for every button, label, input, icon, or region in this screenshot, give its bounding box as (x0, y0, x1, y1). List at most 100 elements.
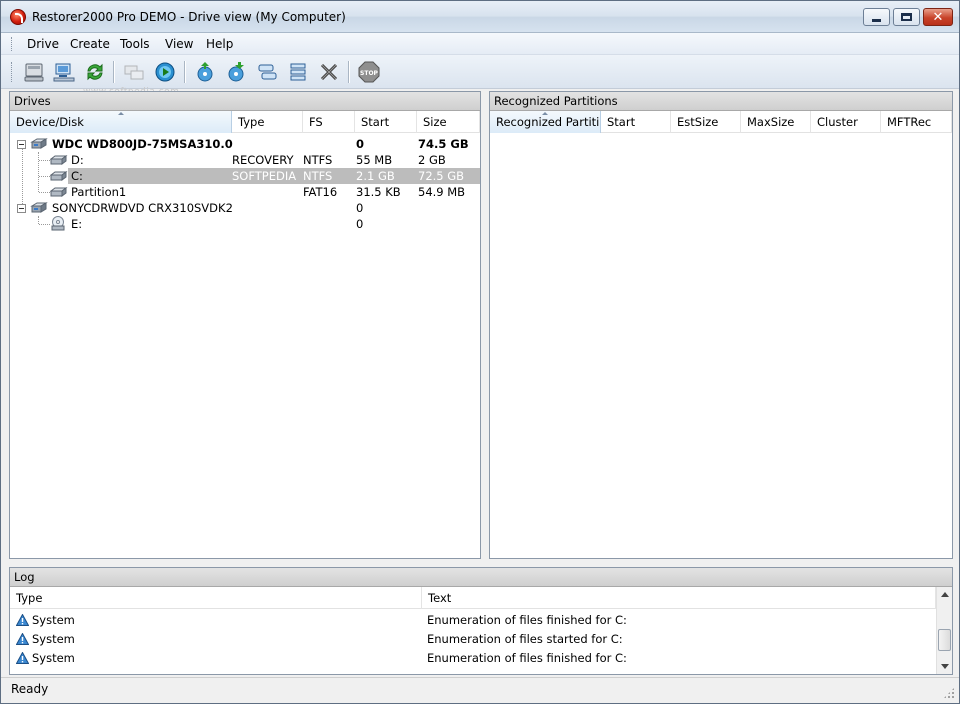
drive-icon[interactable] (22, 60, 46, 84)
partition-name: D: (71, 153, 84, 167)
partition-start: 0 (356, 217, 364, 231)
col-recognized-partition-label: Recognized Partiti... (496, 115, 601, 129)
menu-grip[interactable] (11, 37, 14, 51)
menu-tools[interactable]: Tools (114, 36, 156, 52)
partition-name: Partition1 (71, 185, 127, 199)
maximize-icon (901, 13, 912, 21)
partitions-panel-title: Recognized Partitions (490, 92, 952, 111)
log-text: Enumeration of files finished for C: (427, 651, 627, 665)
create-raid-icon[interactable] (286, 60, 310, 84)
create-region-icon[interactable] (255, 60, 279, 84)
col-fs[interactable]: FS (303, 111, 355, 133)
hard-disk-icon (30, 138, 48, 149)
menu-help[interactable]: Help (200, 36, 239, 52)
tree-row-partition[interactable]: C: SOFTPEDIA NTFS 2.1 GB 72.5 GB (10, 168, 480, 184)
partitions-column-headers: Recognized Partiti... Start EstSize MaxS… (490, 111, 952, 133)
copy-icon[interactable] (122, 60, 146, 84)
log-row[interactable]: System Enumeration of files started for … (10, 630, 936, 649)
col-cluster[interactable]: Cluster (811, 111, 881, 133)
open-image-icon[interactable] (193, 60, 217, 84)
scan-icon[interactable] (153, 60, 177, 84)
disk-name: SONYCDRWDVD CRX310SVDK2 (52, 201, 233, 215)
partition-icon (50, 187, 68, 197)
partition-start: 2.1 GB (356, 169, 395, 183)
log-type: System (32, 613, 75, 627)
partition-icon (50, 171, 68, 181)
drives-panel-title: Drives (10, 92, 480, 111)
collapse-toggle-icon[interactable] (17, 140, 26, 149)
save-image-icon[interactable] (224, 60, 248, 84)
scroll-down-icon[interactable] (941, 664, 949, 669)
partition-type: SOFTPEDIA (232, 169, 297, 183)
tree-line (39, 176, 50, 177)
sort-ascending-icon (542, 112, 548, 115)
log-row[interactable]: System Enumeration of files finished for… (10, 649, 936, 668)
menu-view[interactable]: View (159, 36, 199, 52)
col-mftrec[interactable]: MFTRec (881, 111, 952, 133)
scroll-thumb[interactable] (938, 629, 951, 651)
collapse-toggle-icon[interactable] (17, 204, 26, 213)
cd-drive-icon (30, 202, 48, 213)
partition-fs: FAT16 (303, 185, 338, 199)
close-icon: ✕ (932, 9, 944, 25)
col-size[interactable]: Size (417, 111, 480, 133)
log-scrollbar[interactable] (936, 587, 952, 674)
menu-create[interactable]: Create (64, 36, 116, 52)
disk-start: 0 (356, 137, 365, 151)
minimize-button[interactable] (863, 8, 890, 26)
tree-row-disk[interactable]: SONYCDRWDVD CRX310SVDK2 0 (10, 200, 480, 216)
partition-name: C: (71, 169, 83, 183)
resize-grip-icon[interactable] (943, 687, 955, 699)
tree-row-partition[interactable]: E: 0 (10, 216, 480, 232)
close-button[interactable]: ✕ (923, 8, 953, 26)
disk-name: WDC WD800JD-75MSA310.0 (52, 137, 233, 151)
partition-name: E: (71, 217, 83, 231)
col-log-type[interactable]: Type (10, 587, 422, 609)
log-row[interactable]: System Enumeration of files finished for… (10, 611, 936, 630)
app-logo-icon[interactable] (10, 9, 26, 25)
toolbar: STOP (1, 55, 959, 89)
window-title: Restorer2000 Pro DEMO - Drive view (My C… (32, 10, 346, 24)
tree-row-disk[interactable]: WDC WD800JD-75MSA310.0 0 74.5 GB (10, 136, 480, 152)
cd-disc-icon (51, 216, 65, 231)
toolbar-separator (184, 61, 185, 83)
partition-size: 2 GB (418, 153, 446, 167)
delete-icon[interactable] (317, 60, 341, 84)
col-start[interactable]: Start (355, 111, 417, 133)
scroll-up-icon[interactable] (941, 592, 949, 597)
col-recognized-partition[interactable]: Recognized Partiti... (490, 111, 601, 133)
toolbar-separator (113, 61, 114, 83)
sort-ascending-icon (117, 112, 124, 115)
partition-type: RECOVERY (232, 153, 294, 167)
log-type: System (32, 651, 75, 665)
col-estsize[interactable]: EstSize (671, 111, 741, 133)
info-icon (16, 614, 29, 626)
col-type[interactable]: Type (232, 111, 303, 133)
tree-line (39, 160, 50, 161)
disk-start: 0 (356, 201, 364, 215)
tree-row-partition[interactable]: D: RECOVERY NTFS 55 MB 2 GB (10, 152, 480, 168)
log-panel: Log Type Text System Enumeration of file… (9, 567, 953, 675)
refresh-icon[interactable] (83, 60, 107, 84)
col-device-disk[interactable]: Device/Disk (10, 111, 232, 133)
partition-size: 72.5 GB (418, 169, 465, 183)
tree-line (39, 192, 50, 193)
tree-row-partition[interactable]: Partition1 FAT16 31.5 KB 54.9 MB (10, 184, 480, 200)
recognized-partitions-panel: Recognized Partitions Recognized Partiti… (489, 91, 953, 559)
title-bar[interactable]: Restorer2000 Pro DEMO - Drive view (My C… (1, 1, 959, 33)
disk-size: 74.5 GB (418, 137, 469, 151)
stop-icon[interactable]: STOP (357, 60, 381, 84)
partition-fs: NTFS (303, 153, 333, 167)
minimize-icon (872, 18, 881, 22)
partition-start: 31.5 KB (356, 185, 401, 199)
col-maxsize[interactable]: MaxSize (741, 111, 811, 133)
maximize-button[interactable] (893, 8, 920, 26)
log-text: Enumeration of files finished for C: (427, 613, 627, 627)
network-drive-icon[interactable] (52, 60, 76, 84)
col-log-text[interactable]: Text (422, 587, 936, 609)
col-device-disk-label: Device/Disk (16, 115, 84, 129)
toolbar-grip[interactable] (11, 62, 14, 82)
col-start[interactable]: Start (601, 111, 671, 133)
log-type: System (32, 632, 75, 646)
menu-drive[interactable]: Drive (21, 36, 65, 52)
